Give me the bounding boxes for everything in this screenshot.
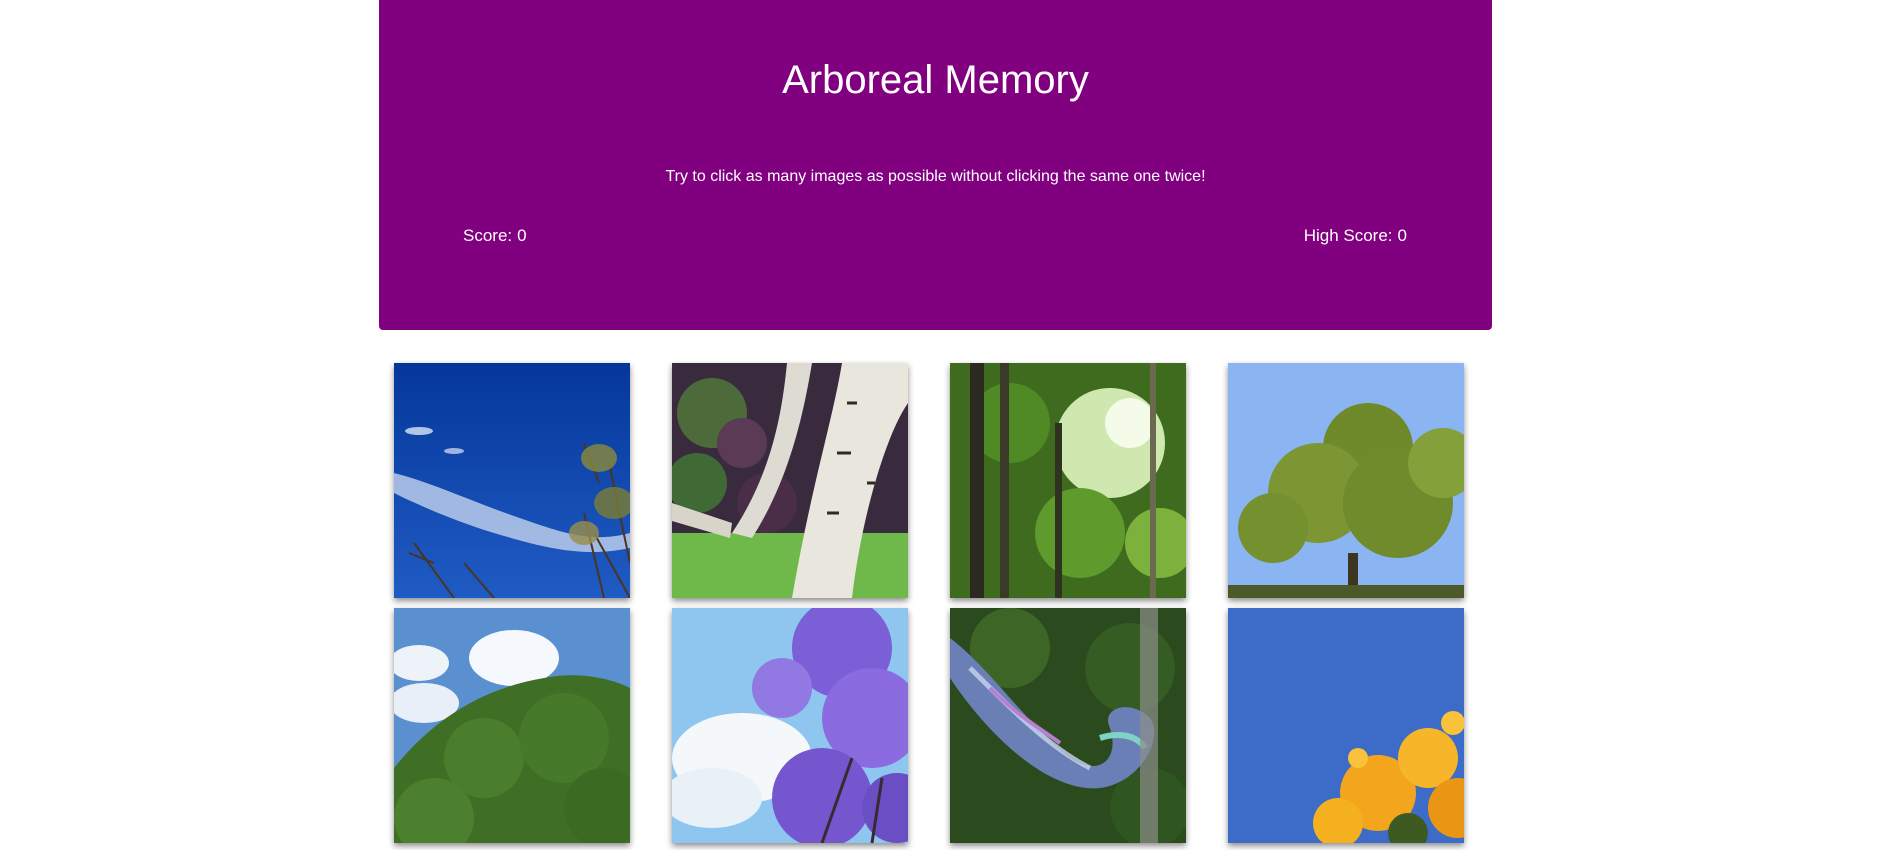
header-banner: Arboreal Memory Try to click as many ima… [379, 0, 1492, 330]
dense-green-canopy-image [394, 608, 630, 843]
page-title: Arboreal Memory [782, 58, 1089, 102]
tree-card-3[interactable] [950, 363, 1186, 598]
high-score-label: High Score: [1303, 226, 1393, 245]
white-birch-trunk-image [672, 363, 908, 598]
score-bar: Score: 0 High Score: 0 [463, 226, 1407, 246]
tree-card-7[interactable] [950, 608, 1186, 843]
game-instructions: Try to click as many images as possible … [665, 168, 1206, 185]
image-grid [394, 363, 1464, 843]
sky-with-bare-branches-image [394, 363, 630, 598]
high-score-value: 0 [1397, 226, 1407, 245]
current-score: Score: 0 [463, 226, 527, 246]
green-forest-image [950, 363, 1186, 598]
score-label: Score: [463, 226, 513, 245]
tree-card-4[interactable] [1228, 363, 1464, 598]
high-score: High Score: 0 [1304, 226, 1407, 246]
tree-card-6[interactable] [672, 608, 908, 843]
iridescent-sculpture-image [950, 608, 1186, 843]
tree-card-8[interactable] [1228, 608, 1464, 843]
score-value: 0 [517, 226, 527, 245]
tree-card-1[interactable] [394, 363, 630, 598]
app-container: Arboreal Memory Try to click as many ima… [379, 0, 1492, 843]
yellow-flowers-blue-sky-image [1228, 608, 1464, 843]
tree-card-2[interactable] [672, 363, 908, 598]
tree-card-5[interactable] [394, 608, 630, 843]
purple-jacaranda-image [672, 608, 908, 843]
tree-under-blue-sky-image [1228, 363, 1464, 598]
